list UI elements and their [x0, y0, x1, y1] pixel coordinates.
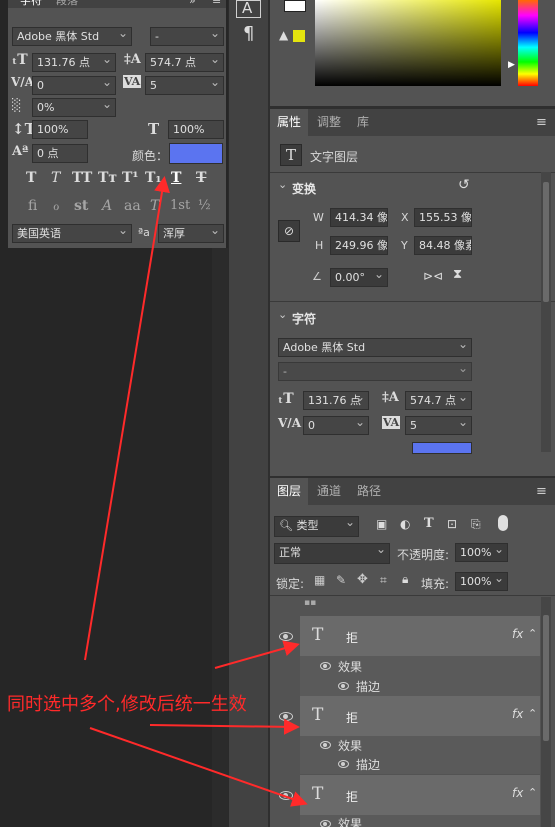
arrow-to-layer-3	[89, 727, 308, 807]
annotation-text: 同时选中多个,修改后统一生效	[7, 694, 247, 715]
arrow-to-layer-1	[214, 640, 300, 669]
arrow-to-layer-2	[149, 718, 300, 735]
arrow-to-color-swatch	[84, 176, 170, 661]
